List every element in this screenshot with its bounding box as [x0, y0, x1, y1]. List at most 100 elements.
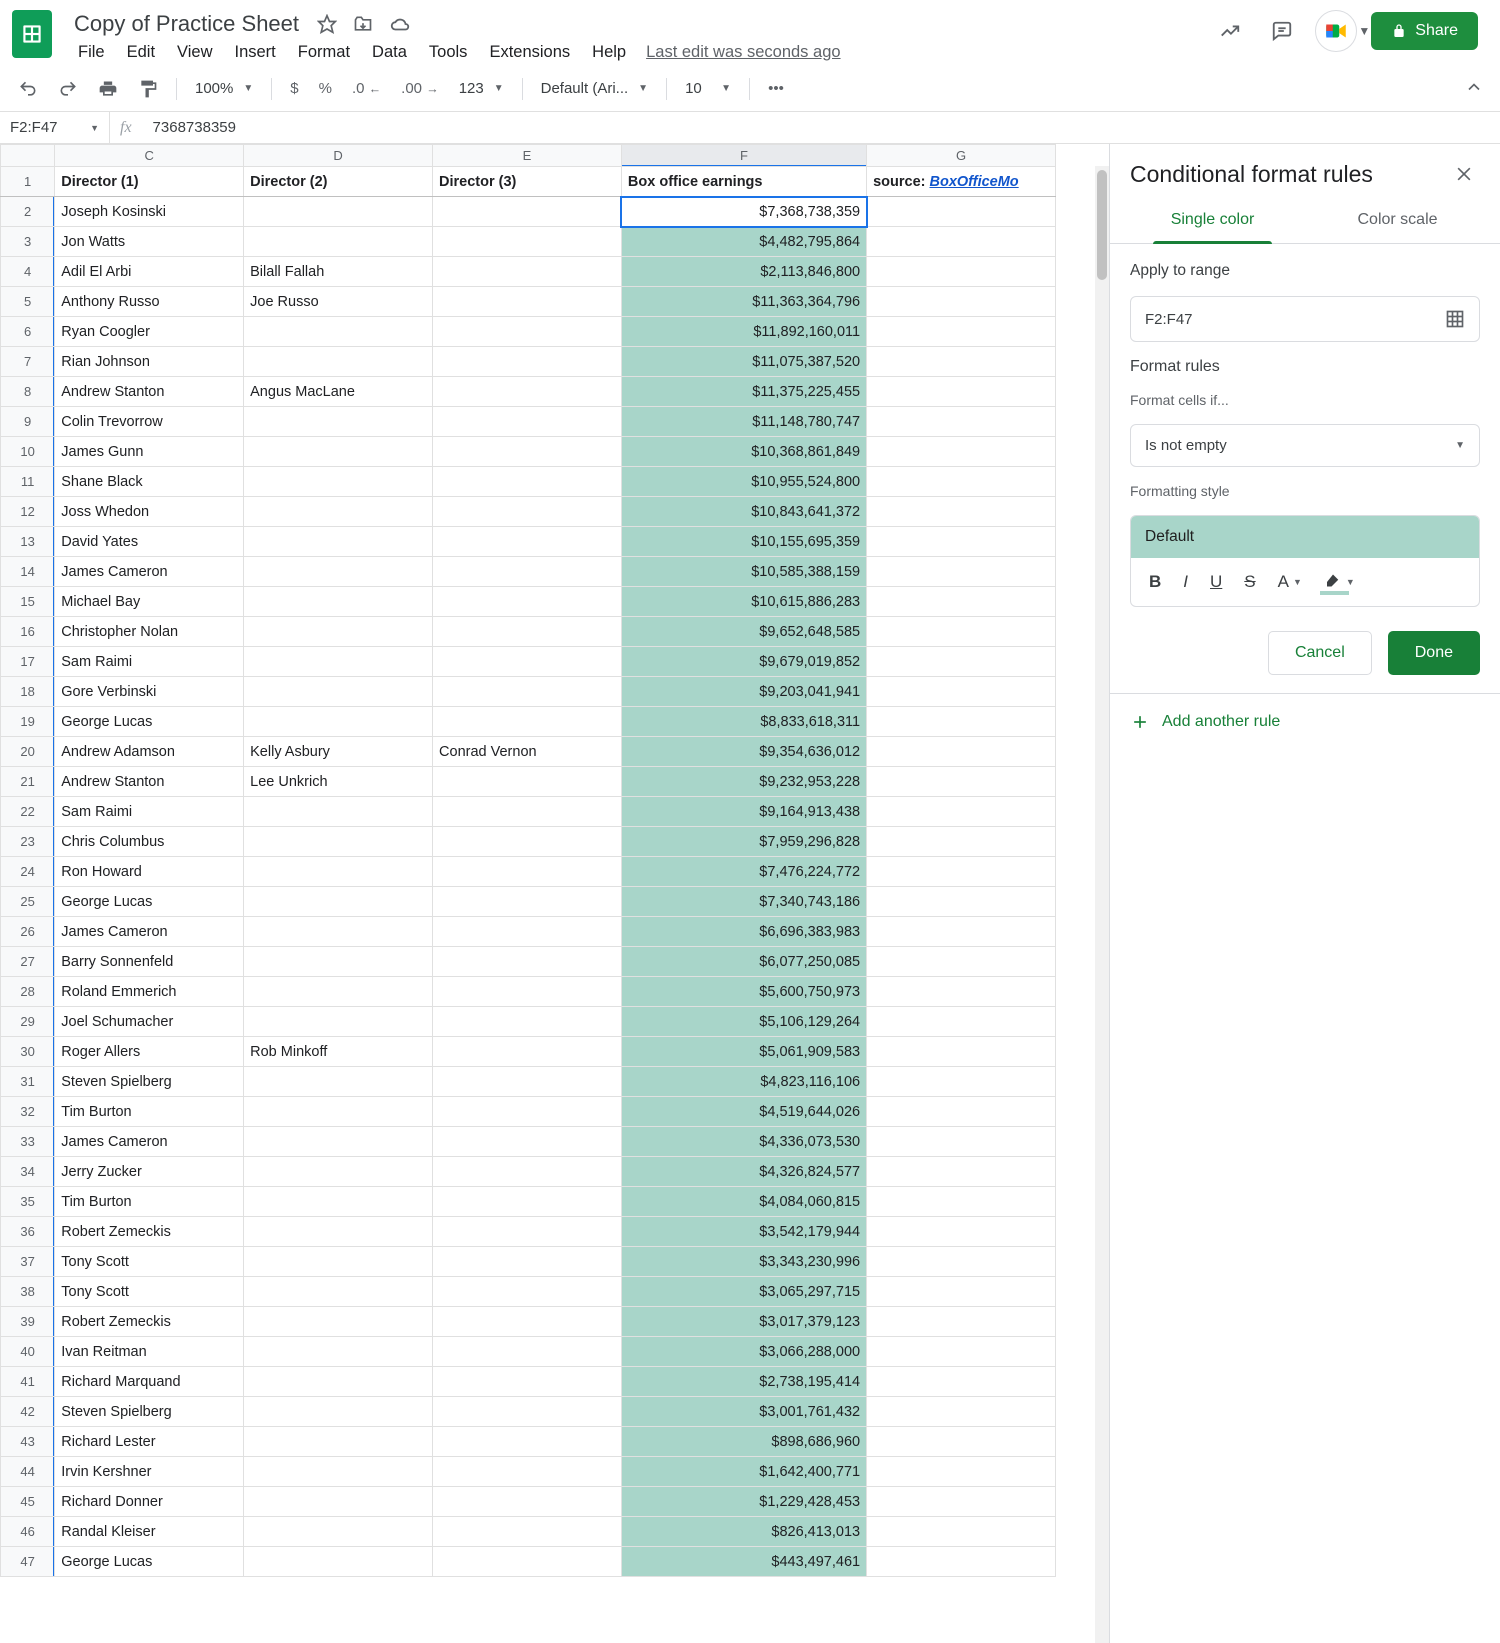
- cell-D9[interactable]: [244, 407, 433, 437]
- cell-G14[interactable]: [867, 557, 1056, 587]
- cell-G13[interactable]: [867, 527, 1056, 557]
- name-box[interactable]: F2:F47▼: [0, 112, 110, 143]
- cell-F23[interactable]: $7,959,296,828: [621, 827, 866, 857]
- cell-D27[interactable]: [244, 947, 433, 977]
- cell-F26[interactable]: $6,696,383,983: [621, 917, 866, 947]
- row-20[interactable]: 20: [1, 737, 55, 767]
- menu-tools[interactable]: Tools: [419, 39, 478, 66]
- cell-F11[interactable]: $10,955,524,800: [621, 467, 866, 497]
- cell-F1[interactable]: Box office earnings: [621, 167, 866, 197]
- cell-D2[interactable]: [244, 197, 433, 227]
- cell-C20[interactable]: Andrew Adamson: [55, 737, 244, 767]
- cell-E6[interactable]: [433, 317, 622, 347]
- cell-C30[interactable]: Roger Allers: [55, 1037, 244, 1067]
- cell-E17[interactable]: [433, 647, 622, 677]
- cell-G39[interactable]: [867, 1307, 1056, 1337]
- row-21[interactable]: 21: [1, 767, 55, 797]
- row-27[interactable]: 27: [1, 947, 55, 977]
- cell-C31[interactable]: Steven Spielberg: [55, 1067, 244, 1097]
- cell-D14[interactable]: [244, 557, 433, 587]
- cell-E41[interactable]: [433, 1367, 622, 1397]
- undo-icon[interactable]: [10, 73, 46, 105]
- collapse-toolbar-icon[interactable]: [1458, 71, 1490, 106]
- cell-E47[interactable]: [433, 1547, 622, 1577]
- cell-D24[interactable]: [244, 857, 433, 887]
- row-3[interactable]: 3: [1, 227, 55, 257]
- cell-D18[interactable]: [244, 677, 433, 707]
- cell-G2[interactable]: [867, 197, 1056, 227]
- cancel-button[interactable]: Cancel: [1268, 631, 1372, 675]
- cell-G3[interactable]: [867, 227, 1056, 257]
- cell-C18[interactable]: Gore Verbinski: [55, 677, 244, 707]
- cell-D6[interactable]: [244, 317, 433, 347]
- cell-F41[interactable]: $2,738,195,414: [621, 1367, 866, 1397]
- cell-F29[interactable]: $5,106,129,264: [621, 1007, 866, 1037]
- cell-D4[interactable]: Bilall Fallah: [244, 257, 433, 287]
- cell-D21[interactable]: Lee Unkrich: [244, 767, 433, 797]
- cell-F44[interactable]: $1,642,400,771: [621, 1457, 866, 1487]
- cell-E22[interactable]: [433, 797, 622, 827]
- cell-E9[interactable]: [433, 407, 622, 437]
- cell-F32[interactable]: $4,519,644,026: [621, 1097, 866, 1127]
- cell-G38[interactable]: [867, 1277, 1056, 1307]
- row-17[interactable]: 17: [1, 647, 55, 677]
- row-14[interactable]: 14: [1, 557, 55, 587]
- bold-icon[interactable]: B: [1141, 566, 1169, 598]
- cell-G31[interactable]: [867, 1067, 1056, 1097]
- cell-E18[interactable]: [433, 677, 622, 707]
- cell-E33[interactable]: [433, 1127, 622, 1157]
- more-toolbar-icon[interactable]: •••: [760, 74, 792, 103]
- row-34[interactable]: 34: [1, 1157, 55, 1187]
- cell-D23[interactable]: [244, 827, 433, 857]
- cell-F24[interactable]: $7,476,224,772: [621, 857, 866, 887]
- row-43[interactable]: 43: [1, 1427, 55, 1457]
- cell-G8[interactable]: [867, 377, 1056, 407]
- cell-G41[interactable]: [867, 1367, 1056, 1397]
- fill-color-icon[interactable]: ▼: [1316, 567, 1363, 597]
- style-preview[interactable]: Default: [1131, 516, 1479, 558]
- star-icon[interactable]: [313, 10, 341, 38]
- formula-value[interactable]: 7368738359: [143, 119, 246, 136]
- cell-F22[interactable]: $9,164,913,438: [621, 797, 866, 827]
- cell-F13[interactable]: $10,155,695,359: [621, 527, 866, 557]
- cell-D32[interactable]: [244, 1097, 433, 1127]
- cell-F38[interactable]: $3,065,297,715: [621, 1277, 866, 1307]
- cell-C36[interactable]: Robert Zemeckis: [55, 1217, 244, 1247]
- row-23[interactable]: 23: [1, 827, 55, 857]
- cell-G32[interactable]: [867, 1097, 1056, 1127]
- cell-E4[interactable]: [433, 257, 622, 287]
- row-40[interactable]: 40: [1, 1337, 55, 1367]
- row-8[interactable]: 8: [1, 377, 55, 407]
- cell-C32[interactable]: Tim Burton: [55, 1097, 244, 1127]
- cell-F8[interactable]: $11,375,225,455: [621, 377, 866, 407]
- cell-D34[interactable]: [244, 1157, 433, 1187]
- cell-C41[interactable]: Richard Marquand: [55, 1367, 244, 1397]
- cell-G9[interactable]: [867, 407, 1056, 437]
- cell-G12[interactable]: [867, 497, 1056, 527]
- cell-C33[interactable]: James Cameron: [55, 1127, 244, 1157]
- cell-E36[interactable]: [433, 1217, 622, 1247]
- chevron-down-icon[interactable]: ▼: [1358, 24, 1370, 38]
- move-icon[interactable]: [349, 10, 377, 38]
- cell-E31[interactable]: [433, 1067, 622, 1097]
- cell-G28[interactable]: [867, 977, 1056, 1007]
- menu-edit[interactable]: Edit: [117, 39, 165, 66]
- cell-C4[interactable]: Adil El Arbi: [55, 257, 244, 287]
- format-percent-icon[interactable]: %: [311, 74, 340, 103]
- cell-E39[interactable]: [433, 1307, 622, 1337]
- scrollbar-thumb[interactable]: [1097, 170, 1107, 280]
- cell-D15[interactable]: [244, 587, 433, 617]
- increase-decimal-icon[interactable]: .00 →: [393, 74, 447, 103]
- spreadsheet-grid[interactable]: C D E F G 1 Director (1) Director (2) Di…: [0, 144, 1110, 1643]
- cell-F10[interactable]: $10,368,861,849: [621, 437, 866, 467]
- row-9[interactable]: 9: [1, 407, 55, 437]
- row-28[interactable]: 28: [1, 977, 55, 1007]
- close-icon[interactable]: [1448, 158, 1480, 190]
- cell-F20[interactable]: $9,354,636,012: [621, 737, 866, 767]
- cell-G33[interactable]: [867, 1127, 1056, 1157]
- row-36[interactable]: 36: [1, 1217, 55, 1247]
- cell-F19[interactable]: $8,833,618,311: [621, 707, 866, 737]
- cell-D29[interactable]: [244, 1007, 433, 1037]
- cell-E15[interactable]: [433, 587, 622, 617]
- cell-C37[interactable]: Tony Scott: [55, 1247, 244, 1277]
